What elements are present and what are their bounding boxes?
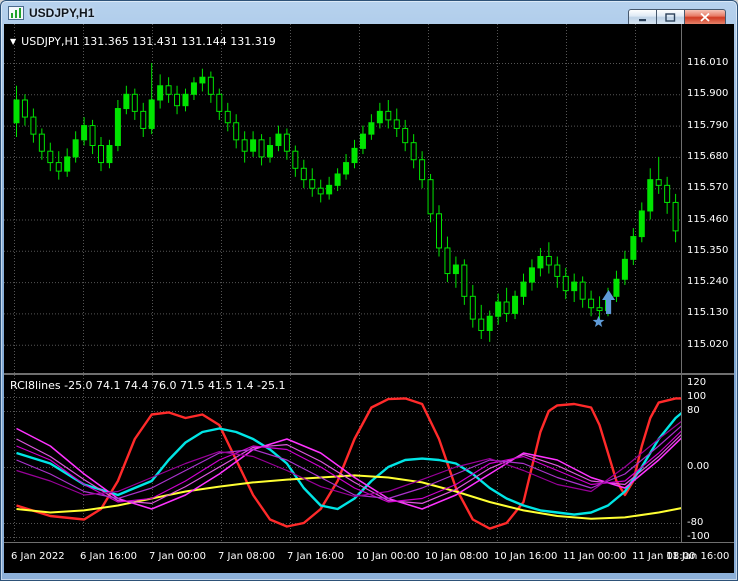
- indicator-lines: [16, 397, 681, 530]
- indicator-axis-label: 80: [687, 405, 700, 416]
- buy-arrow-icon[interactable]: [602, 290, 616, 315]
- window-title: USDJPY,H1: [29, 6, 95, 20]
- indicator-axis-label: 100: [687, 391, 707, 402]
- rci-red: [16, 397, 681, 530]
- price-axis-label: 115.680: [687, 150, 729, 162]
- pane-divider[interactable]: [4, 373, 734, 375]
- rci-magenta: [16, 427, 681, 510]
- close-icon: [700, 13, 710, 22]
- application-window: USDJPY,H1 ▼ USDJPY,H1 131.365 131.431 131…: [0, 0, 738, 581]
- chart-client-area: ▼ USDJPY,H1 131.365 131.431 131.144 131.3…: [4, 24, 734, 573]
- indicator-axis-label: 0.00: [687, 461, 710, 472]
- price-axis-label: 115.460: [687, 213, 729, 225]
- indicator-axis-label: -80: [687, 517, 704, 528]
- candlestick-chart[interactable]: [4, 24, 681, 543]
- price-axis-label: 115.350: [687, 244, 729, 256]
- time-axis-label: 10 Jan 08:00: [425, 551, 489, 562]
- price-axis-label: 115.240: [687, 276, 729, 288]
- chart-info-label: ▼ USDJPY,H1 131.365 131.431 131.144 131.3…: [10, 35, 276, 48]
- rci-violet: [16, 430, 681, 503]
- price-axis[interactable]: 116.010 115.900 115.790 115.680 115.570 115.4…: [682, 24, 734, 543]
- time-axis[interactable]: 6 Jan 2022 6 Jan 16:00 7 Jan 00:00 7 Jan 08…: [4, 543, 734, 573]
- price-axis-label: 115.790: [687, 119, 729, 131]
- indicator-axis-label: 120: [687, 377, 707, 388]
- window-titlebar[interactable]: USDJPY,H1: [2, 2, 736, 26]
- candles-series: [13, 63, 679, 342]
- time-axis-label: 11 Jan 00:00: [563, 551, 627, 562]
- time-axis-label: 7 Jan 00:00: [149, 551, 206, 562]
- price-axis-label: 115.130: [687, 307, 729, 319]
- rci-purple: [16, 425, 681, 500]
- symbol-dropdown-icon[interactable]: ▼: [10, 37, 16, 46]
- ohlc-info: USDJPY,H1 131.365 131.431 131.144 131.31…: [21, 35, 276, 48]
- price-axis-label: 116.010: [687, 57, 729, 68]
- time-axis-label: 6 Jan 16:00: [80, 551, 137, 562]
- time-axis-label: 10 Jan 00:00: [356, 551, 420, 562]
- time-axis-label: 7 Jan 16:00: [287, 551, 344, 562]
- maximize-icon: [665, 13, 676, 22]
- time-axis-label: 10 Jan 16:00: [494, 551, 558, 562]
- time-axis-label: 7 Jan 08:00: [218, 551, 275, 562]
- price-axis-label: 115.020: [687, 338, 729, 350]
- minimize-icon: [638, 19, 646, 22]
- indicator-axis-label: -100: [687, 531, 710, 542]
- chart-window-icon: [8, 6, 24, 20]
- price-axis-label: 115.900: [687, 88, 729, 100]
- indicator-info-label: RCI8lines -25.0 74.1 74.4 76.0 71.5 41.5…: [10, 379, 286, 392]
- time-axis-label: 6 Jan 2022: [11, 551, 65, 562]
- grid-lines: [4, 24, 681, 542]
- price-axis-label: 115.570: [687, 182, 729, 194]
- star-icon[interactable]: [592, 315, 605, 327]
- buy-signal[interactable]: [592, 290, 616, 327]
- time-axis-label: 11 Jan 16:00: [666, 551, 730, 562]
